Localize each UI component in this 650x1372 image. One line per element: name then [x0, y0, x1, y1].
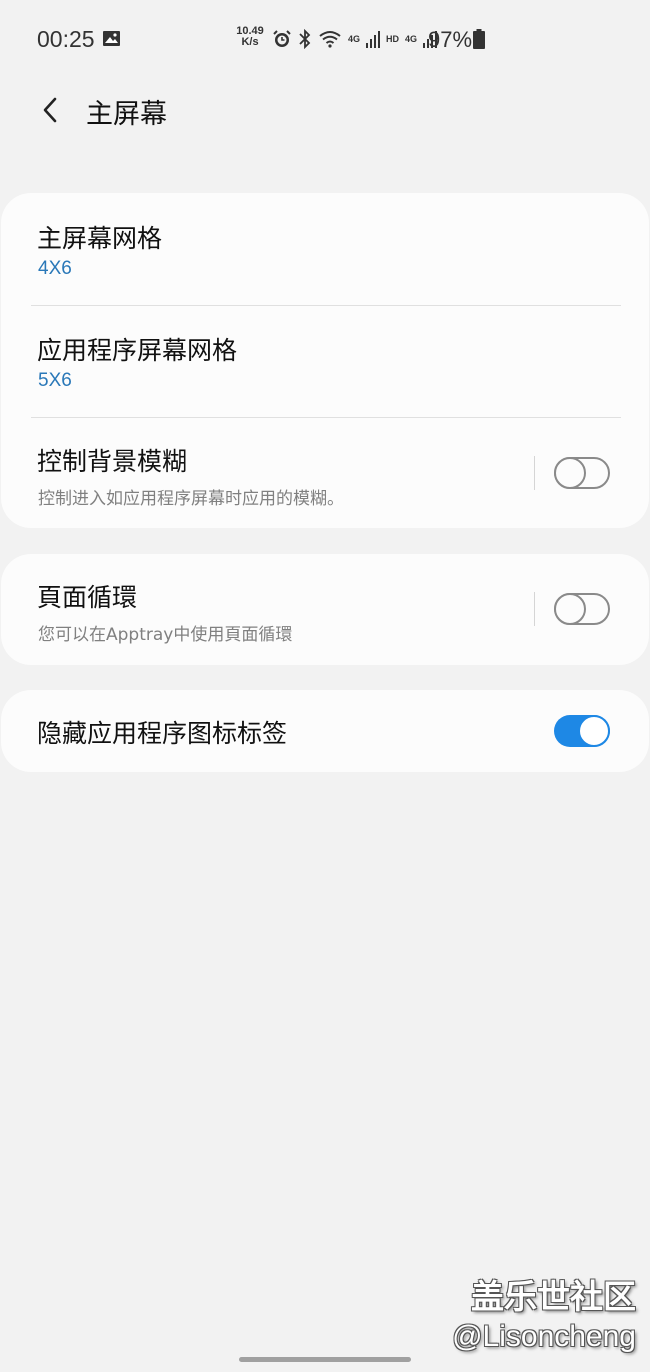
- bluetooth-icon: [299, 29, 311, 49]
- network-type-label: 4G: [348, 34, 361, 44]
- toggle-knob: [554, 457, 586, 489]
- toggle-separator: [534, 456, 535, 490]
- setting-page-loop-subtitle: 您可以在Apptray中使用頁面循環: [38, 625, 293, 645]
- blur-toggle[interactable]: [554, 457, 610, 489]
- setting-apps-grid-title: 应用程序屏幕网格: [37, 336, 238, 365]
- battery-icon: [473, 29, 485, 49]
- setting-hide-labels[interactable]: 隐藏应用程序图标标签: [1, 690, 649, 772]
- watermark-author: @Lisoncheng: [452, 1320, 636, 1353]
- battery-percent: 97%: [428, 27, 473, 52]
- status-icons: 4G HD 4G: [272, 28, 438, 50]
- setting-hide-labels-title: 隐藏应用程序图标标签: [37, 719, 288, 748]
- settings-card-page-loop: 頁面循環 您可以在Apptray中使用頁面循環: [1, 554, 649, 665]
- setting-home-grid-value: 4X6: [38, 258, 72, 279]
- home-indicator[interactable]: [239, 1357, 411, 1362]
- hd-label: HD: [386, 34, 400, 44]
- back-button[interactable]: [30, 90, 70, 130]
- toggle-separator: [534, 592, 535, 626]
- gallery-icon: [103, 31, 120, 46]
- settings-card-grid: 主屏幕网格 4X6 应用程序屏幕网格 5X6 控制背景模糊 控制进入如应用程序屏…: [1, 193, 649, 528]
- setting-page-loop[interactable]: 頁面循環 您可以在Apptray中使用頁面循環: [1, 554, 649, 665]
- chevron-left-icon: [43, 97, 57, 123]
- toggle-knob: [578, 715, 610, 747]
- wifi-icon: [319, 31, 341, 48]
- watermark-community: 盖乐世社区: [471, 1277, 636, 1316]
- status-time: 00:25: [37, 26, 95, 52]
- setting-blur[interactable]: 控制背景模糊 控制进入如应用程序屏幕时应用的模糊。: [1, 418, 649, 528]
- page-title: 主屏幕: [86, 99, 167, 130]
- header: 主屏幕: [0, 80, 650, 140]
- setting-page-loop-title: 頁面循環: [37, 583, 138, 612]
- setting-apps-grid[interactable]: 应用程序屏幕网格 5X6: [1, 306, 649, 418]
- toggle-knob: [554, 593, 586, 625]
- setting-home-grid-title: 主屏幕网格: [37, 224, 163, 253]
- page-loop-toggle[interactable]: [554, 593, 610, 625]
- settings-card-hide-labels: 隐藏应用程序图标标签: [1, 690, 649, 772]
- setting-blur-title: 控制背景模糊: [37, 447, 188, 476]
- setting-blur-subtitle: 控制进入如应用程序屏幕时应用的模糊。: [38, 489, 344, 509]
- status-bar: 00:25 10.49 K/s 4G HD 4G 97%: [0, 0, 650, 78]
- setting-apps-grid-value: 5X6: [38, 370, 72, 391]
- network-speed: 10.49 K/s: [236, 25, 264, 48]
- alarm-icon: [273, 30, 291, 47]
- setting-home-grid[interactable]: 主屏幕网格 4X6: [1, 193, 649, 305]
- hide-labels-toggle[interactable]: [554, 715, 610, 747]
- network-type-label-2: 4G: [405, 34, 418, 44]
- signal-icon: [366, 31, 381, 48]
